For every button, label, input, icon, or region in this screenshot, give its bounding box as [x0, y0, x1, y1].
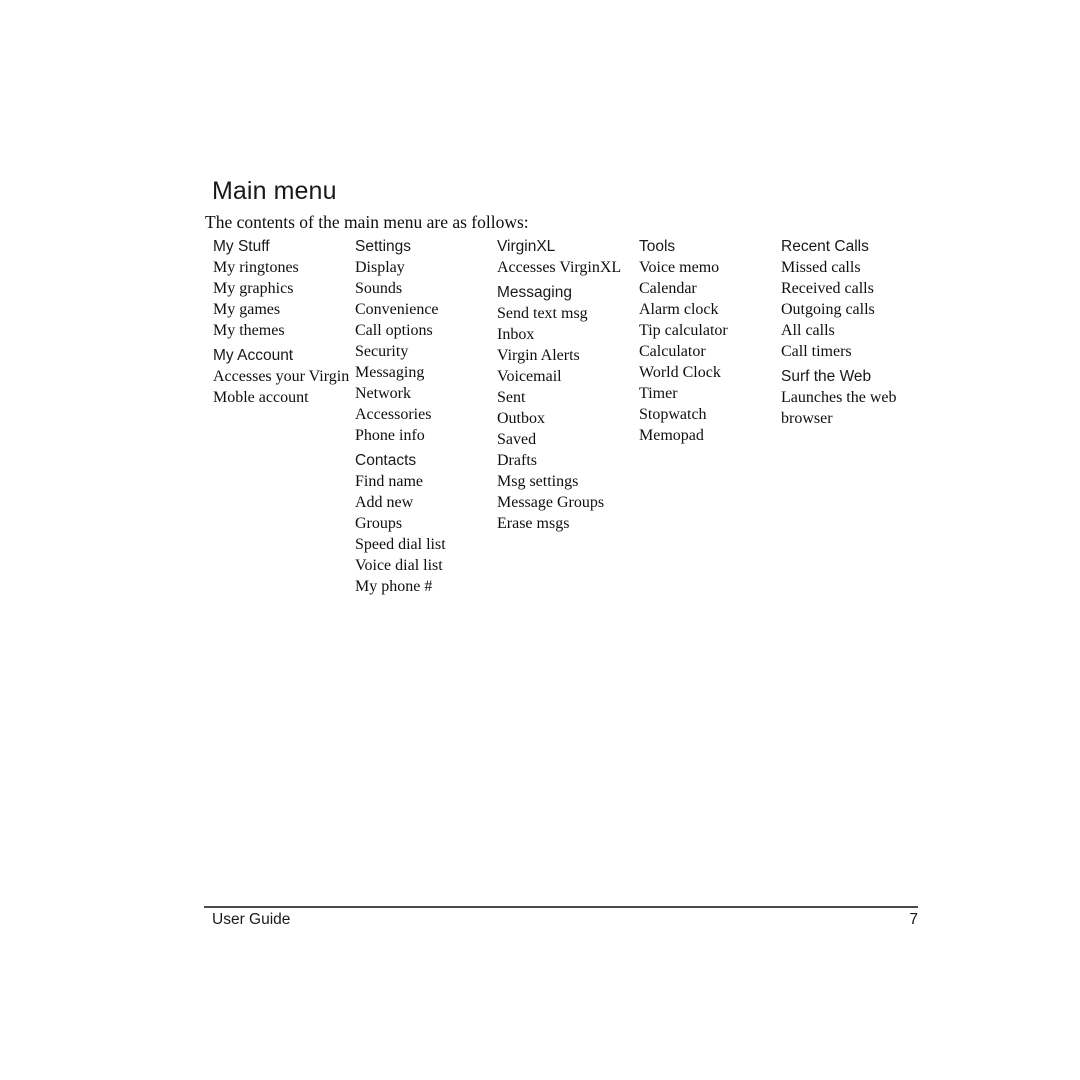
menu-item: Sent — [497, 389, 526, 406]
menu-item: Phone info — [355, 427, 425, 444]
menu-item: Inbox — [497, 326, 535, 343]
menu-column: My Stuff My ringtones My graphics My games M… — [213, 236, 358, 408]
menu-item: My ringtones — [213, 259, 299, 276]
menu-item: Speed dial list — [355, 536, 446, 553]
menu-item: Received calls — [781, 280, 874, 297]
menu-item: Saved — [497, 431, 537, 448]
document-page: Main menu The contents of the main menu … — [0, 0, 1080, 1080]
menu-item: Outbox — [497, 410, 545, 427]
menu-item: My phone # — [355, 578, 433, 595]
menu-item: Find name — [355, 473, 423, 490]
menu-column: Tools Voice memo Calendar Alarm clock Tip ca… — [639, 236, 781, 446]
menu-item: Missed calls — [781, 259, 861, 276]
menu-item: Calendar — [639, 280, 697, 297]
footer-page-number: 7 — [909, 911, 918, 928]
menu-group-header: VirginXL — [497, 238, 556, 255]
menu-item: Drafts — [497, 452, 537, 469]
menu-item: Accesses VirginXL — [497, 259, 622, 276]
footer-divider — [204, 906, 918, 908]
menu-item: Voice dial list — [355, 557, 443, 574]
menu-group: My Account Accesses your Virgin Moble acc… — [213, 345, 358, 408]
menu-group-header: Messaging — [497, 284, 572, 301]
menu-item: Accesses your Virgin Moble account — [213, 368, 350, 406]
menu-item: Call options — [355, 322, 433, 339]
menu-item: Msg settings — [497, 473, 579, 490]
menu-group: Settings Display Sounds Convenience Call opt… — [355, 236, 497, 446]
menu-group: Surf the Web Launches the web browser — [781, 366, 923, 429]
menu-item: Stopwatch — [639, 406, 707, 423]
menu-column: Settings Display Sounds Convenience Call opt… — [355, 236, 497, 597]
page-title: Main menu — [212, 176, 337, 205]
menu-group-header: Contacts — [355, 452, 417, 469]
menu-group: Contacts Find name Add new Groups Speed dial… — [355, 450, 497, 597]
menu-item: Timer — [639, 385, 678, 402]
menu-item: My games — [213, 301, 281, 318]
menu-item: Voicemail — [497, 368, 562, 385]
menu-item: Voice memo — [639, 259, 720, 276]
menu-item: Send text msg — [497, 305, 588, 322]
menu-item: Calculator — [639, 343, 706, 360]
menu-item: Outgoing calls — [781, 301, 875, 318]
menu-column: VirginXL Accesses VirginXL Messaging Send t… — [497, 236, 642, 534]
menu-group: Tools Voice memo Calendar Alarm clock Tip ca… — [639, 236, 781, 446]
menu-group-header: My Account — [213, 347, 294, 364]
menu-item: Call timers — [781, 343, 852, 360]
menu-group-header: Settings — [355, 238, 412, 255]
menu-group: Messaging Send text msg Inbox Virgin Alerts… — [497, 282, 642, 534]
menu-item: Network — [355, 385, 411, 402]
menu-item: All calls — [781, 322, 835, 339]
menu-group-header: Tools — [639, 238, 676, 255]
menu-group: VirginXL Accesses VirginXL — [497, 236, 642, 278]
menu-item: Accessories — [355, 406, 432, 423]
menu-item: Erase msgs — [497, 515, 570, 532]
menu-group-header: My Stuff — [213, 238, 270, 255]
menu-item: My graphics — [213, 280, 294, 297]
menu-item: Alarm clock — [639, 301, 719, 318]
menu-item: World Clock — [639, 364, 721, 381]
footer-guide-label: User Guide — [212, 911, 291, 928]
menu-item: Messaging — [355, 364, 425, 381]
menu-group: My Stuff My ringtones My graphics My games M… — [213, 236, 358, 341]
menu-column: Recent Calls Missed calls Received calls Ou… — [781, 236, 923, 429]
menu-item: My themes — [213, 322, 285, 339]
menu-item: Display — [355, 259, 405, 276]
menu-item: Security — [355, 343, 409, 360]
menu-group-header: Recent Calls — [781, 238, 869, 255]
menu-group: Recent Calls Missed calls Received calls Ou… — [781, 236, 923, 362]
menu-item: Virgin Alerts — [497, 347, 580, 364]
intro-paragraph: The contents of the main menu are as fol… — [205, 211, 529, 232]
menu-item: Convenience — [355, 301, 439, 318]
menu-item: Message Groups — [497, 494, 605, 511]
menu-item: Tip calculator — [639, 322, 728, 339]
menu-item: Memopad — [639, 427, 704, 444]
menu-item: Launches the web browser — [781, 389, 897, 427]
menu-item: Groups — [355, 515, 403, 532]
menu-item: Sounds — [355, 280, 403, 297]
menu-group-header: Surf the Web — [781, 368, 872, 385]
menu-item: Add new — [355, 494, 414, 511]
